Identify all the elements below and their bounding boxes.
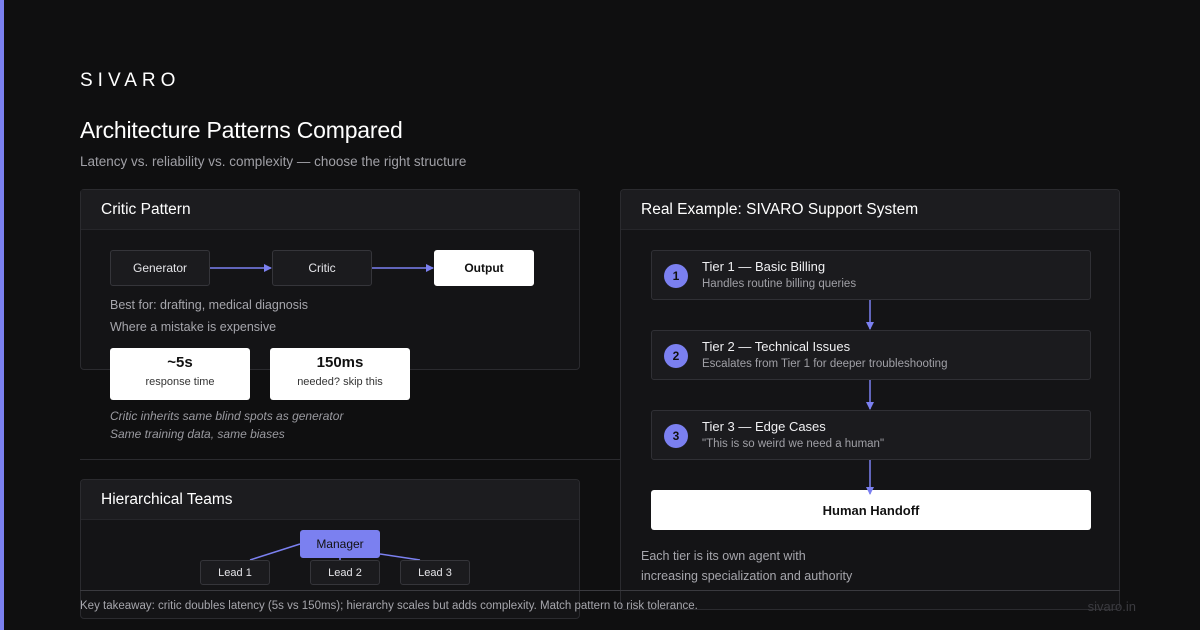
key-takeaway-footer: Key takeaway: critic doubles latency (5s… [80,600,698,612]
lead-3-node: Lead 3 [400,560,470,585]
manager-node: Manager [300,530,380,558]
footer-divider [80,590,1120,591]
link-manager-lead1 [249,543,301,561]
lead-1-node: Lead 1 [200,560,270,585]
domain-watermark: sivaro.in [1087,599,1136,614]
connector-lines [210,264,874,561]
lead-2-node: Lead 2 [310,560,380,585]
